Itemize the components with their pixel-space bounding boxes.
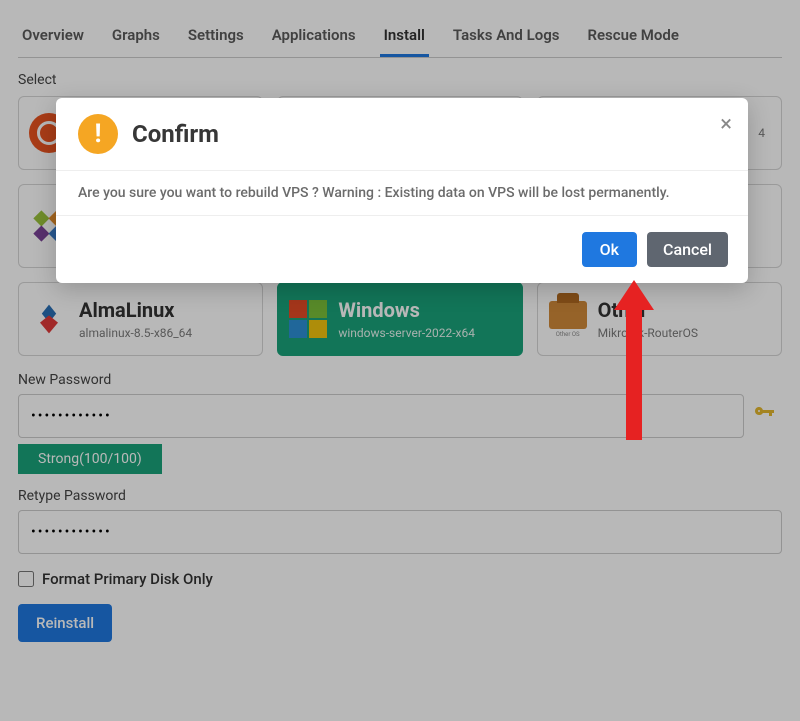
modal-body-text: Are you sure you want to rebuild VPS ? W… xyxy=(56,170,748,216)
warning-icon: ! xyxy=(78,114,118,154)
cancel-button[interactable]: Cancel xyxy=(647,232,728,267)
ok-button[interactable]: Ok xyxy=(582,232,637,267)
close-icon[interactable]: × xyxy=(720,112,732,137)
confirm-modal: ! Confirm × Are you sure you want to reb… xyxy=(56,98,748,283)
modal-title: Confirm xyxy=(132,120,219,148)
